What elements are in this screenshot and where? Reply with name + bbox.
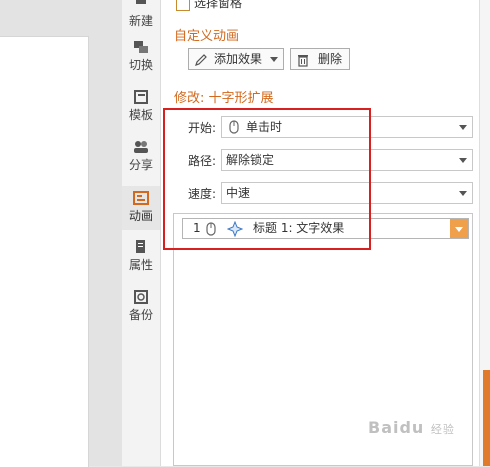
delete-label: 删除: [318, 52, 343, 66]
add-effect-label: 添加效果: [214, 52, 263, 66]
tab-share[interactable]: 分享: [122, 140, 160, 180]
selection-pane-icon: [176, 0, 190, 11]
tab-label: 动画: [128, 209, 153, 223]
watermark: Baidu 经验: [368, 418, 455, 437]
pane-edge: [479, 0, 490, 466]
custom-animation-title: 自定义动画: [174, 29, 240, 44]
trash-icon: [298, 54, 308, 67]
pencil-icon: [195, 53, 207, 66]
watermark-brand: Baidu: [368, 418, 425, 437]
tab-template[interactable]: 模板: [122, 90, 160, 130]
tab-switch[interactable]: 切换: [122, 40, 160, 80]
share-icon: [134, 141, 148, 153]
collapse-pane-handle[interactable]: [483, 370, 490, 466]
tab-label: 模板: [128, 108, 153, 122]
chevron-down-icon: [459, 158, 467, 163]
chevron-down-icon: [270, 57, 278, 62]
chevron-down-icon: [459, 125, 467, 130]
tab-label: 分享: [128, 158, 153, 172]
selection-pane-link[interactable]: 选择窗格: [176, 0, 242, 11]
transition-icon: [134, 41, 148, 53]
selection-pane-label: 选择窗格: [194, 0, 243, 10]
side-tab-strip: 新建 切换 模板 分享 动画 属性 备份: [122, 0, 161, 466]
template-icon: [134, 90, 148, 104]
delete-button[interactable]: 删除: [290, 48, 350, 70]
animation-icon: [133, 191, 149, 205]
tab-backup[interactable]: 备份: [122, 290, 160, 330]
add-effect-button[interactable]: 添加效果: [188, 48, 284, 70]
chevron-down-icon: [459, 191, 467, 196]
slide-page[interactable]: [0, 36, 89, 467]
watermark-sub: 经验: [430, 423, 455, 436]
tab-label: 备份: [128, 308, 153, 322]
property-icon: [136, 240, 145, 253]
tab-new[interactable]: 新建: [122, 0, 160, 36]
item-dropdown-button[interactable]: [450, 219, 468, 238]
tab-property[interactable]: 属性: [122, 240, 160, 280]
new-slide-icon: [136, 0, 146, 4]
highlight-box: [163, 108, 371, 250]
tab-label: 切换: [128, 58, 153, 72]
tab-animation[interactable]: 动画: [122, 186, 160, 230]
modify-title: 修改: 十字形扩展: [174, 91, 274, 106]
backup-icon: [134, 290, 148, 304]
tab-label: 属性: [128, 258, 153, 272]
tab-label: 新建: [128, 14, 153, 28]
